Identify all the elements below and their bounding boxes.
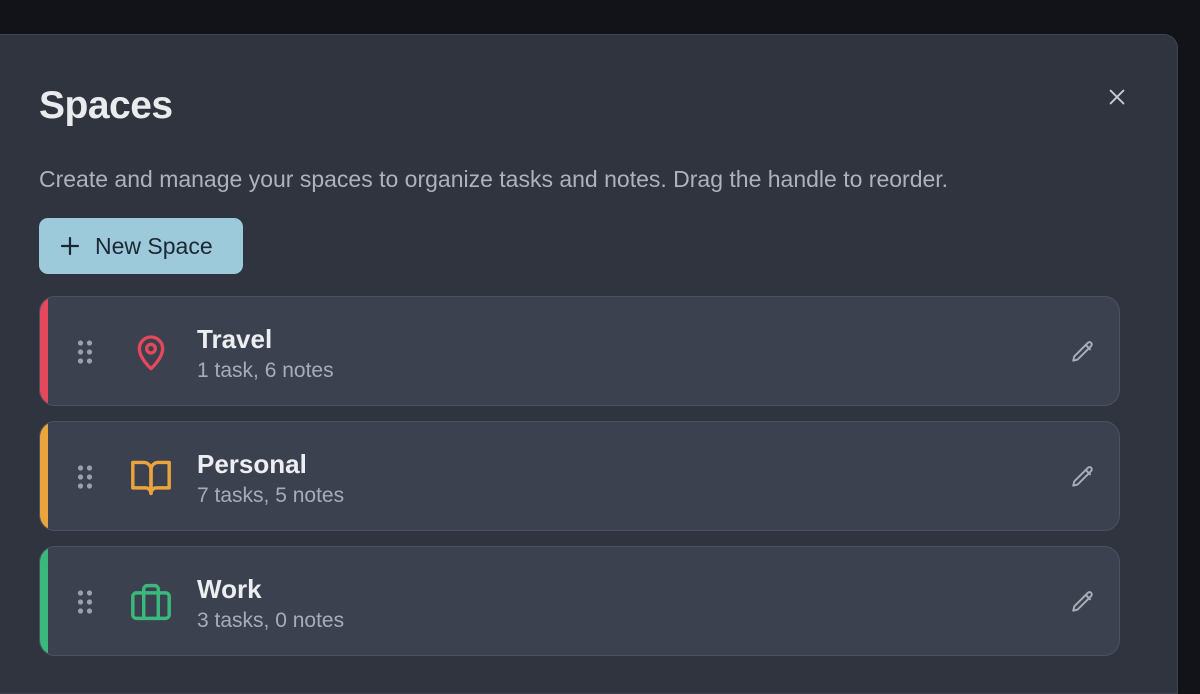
briefcase-icon: [128, 579, 174, 625]
drag-handle-icon[interactable]: [76, 589, 94, 615]
close-button[interactable]: [1101, 81, 1133, 113]
space-item-personal[interactable]: Personal 7 tasks, 5 notes: [39, 421, 1120, 531]
space-color-bar: [40, 547, 48, 655]
space-item-travel[interactable]: Travel 1 task, 6 notes: [39, 296, 1120, 406]
space-meta: 1 task, 6 notes: [197, 359, 334, 382]
space-meta: 3 tasks, 0 notes: [197, 609, 345, 632]
space-item-work[interactable]: Work 3 tasks, 0 notes: [39, 546, 1120, 656]
spaces-modal: Spaces Create and manage your spaces to …: [0, 34, 1178, 694]
modal-description: Create and manage your spaces to organiz…: [39, 166, 949, 192]
space-name: Travel: [197, 324, 273, 354]
pencil-icon: [1072, 341, 1093, 362]
new-space-button[interactable]: New Space: [39, 218, 243, 274]
book-open-icon: [128, 454, 174, 500]
close-icon: [1109, 89, 1125, 105]
space-color-bar: [40, 297, 48, 405]
space-name: Personal: [197, 449, 307, 479]
new-space-label: New Space: [95, 232, 213, 259]
pencil-icon: [1072, 591, 1093, 612]
pencil-icon: [1072, 466, 1093, 487]
drag-handle-icon[interactable]: [76, 464, 94, 490]
space-name: Work: [197, 574, 262, 604]
space-list: Travel 1 task, 6 notes Personal 7 tasks,…: [39, 296, 1120, 671]
drag-handle-icon[interactable]: [76, 339, 94, 365]
map-pin-icon: [128, 329, 174, 375]
modal-title: Spaces: [39, 84, 173, 127]
plus-icon: [60, 236, 80, 256]
edit-space-button[interactable]: [1067, 336, 1099, 368]
edit-space-button[interactable]: [1067, 586, 1099, 618]
space-meta: 7 tasks, 5 notes: [197, 484, 345, 507]
edit-space-button[interactable]: [1067, 461, 1099, 493]
space-color-bar: [40, 422, 48, 530]
